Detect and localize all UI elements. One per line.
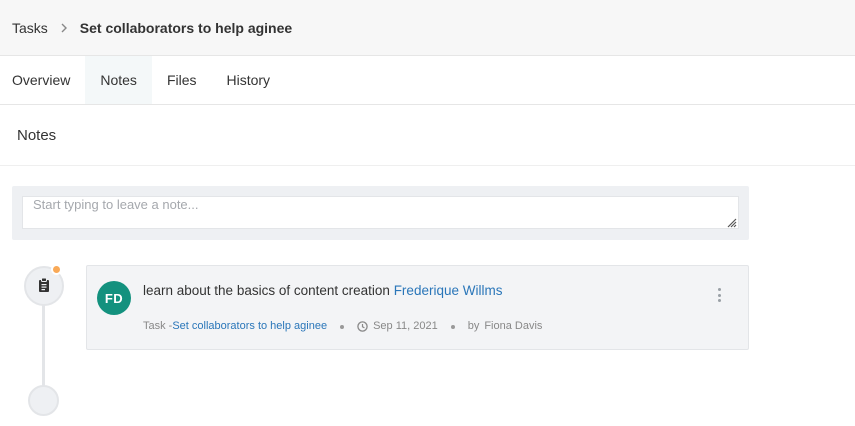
note-meta: Task - Set collaborators to help aginee … (143, 320, 542, 332)
note-composer (12, 186, 749, 240)
mention-link[interactable]: Frederique Willms (394, 283, 503, 298)
meta-prefix: Task - (143, 320, 173, 332)
note-card: FD learn about the basics of content cre… (86, 265, 749, 350)
more-options-icon[interactable] (716, 288, 722, 302)
tab-history[interactable]: History (212, 56, 286, 104)
clipboard-icon (37, 277, 51, 296)
breadcrumb-bar: Tasks Set collaborators to help aginee (0, 0, 855, 56)
chevron-right-icon (60, 23, 68, 33)
timeline-line (42, 300, 45, 392)
clock-icon (357, 320, 368, 332)
tab-bar: Overview Notes Files History (0, 56, 855, 105)
meta-separator (450, 325, 455, 329)
tab-notes[interactable]: Notes (85, 56, 152, 104)
timeline-end-node (28, 385, 59, 416)
author-name: Fiona Davis (484, 320, 543, 332)
note-text: learn about the basics of content creati… (143, 283, 390, 298)
by-label: by (467, 320, 480, 332)
note-body: learn about the basics of content creati… (143, 283, 502, 298)
breadcrumb-tasks-link[interactable]: Tasks (12, 20, 48, 36)
task-link[interactable]: Set collaborators to help aginee (172, 320, 327, 332)
tab-overview[interactable]: Overview (0, 56, 85, 104)
unread-dot (51, 264, 62, 275)
note-input[interactable] (22, 196, 739, 229)
section-title: Notes (17, 127, 57, 144)
resize-handle-icon[interactable] (725, 216, 737, 228)
meta-separator (340, 325, 345, 329)
tab-files[interactable]: Files (152, 56, 212, 104)
page-title: Set collaborators to help aginee (79, 19, 293, 36)
avatar: FD (97, 281, 131, 315)
divider (0, 165, 855, 166)
note-date: Sep 11, 2021 (373, 320, 438, 332)
